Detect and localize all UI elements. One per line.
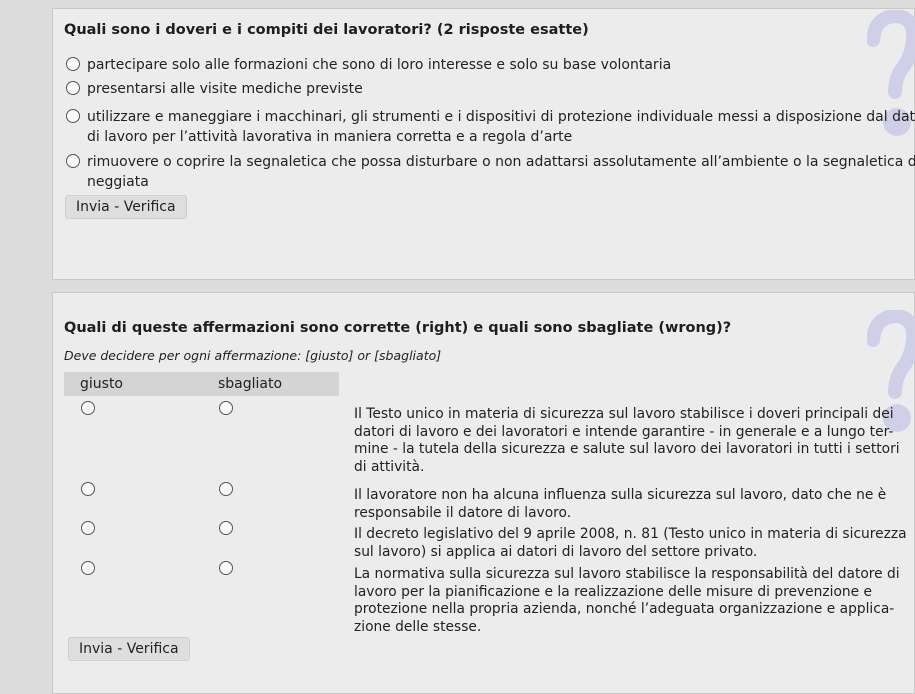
statement-1-line-3: mine - la tutela della sicurezza e salut… <box>354 441 900 457</box>
option-1-label: partecipare solo alle formazioni che son… <box>87 57 672 73</box>
option-3-radio[interactable] <box>66 109 80 123</box>
statement-2-line-2: responsabile il datore di lavoro. <box>354 504 572 521</box>
statement-2-wrong-radio[interactable] <box>219 482 233 496</box>
submit-button-1[interactable]: Invia - Verifica <box>65 195 187 219</box>
option-4-radio[interactable] <box>66 154 80 168</box>
statement-3-line-2: sul lavoro) si applica ai datori di lavo… <box>354 543 758 560</box>
statement-1: Il Testo unico in materia di sicurezza s… <box>354 406 900 476</box>
statement-1-line-1: Il Testo unico in materia di sicurezza s… <box>354 406 894 422</box>
statement-4-line-2: lavoro per la pianificazione e la realiz… <box>354 583 873 600</box>
question-1-title: Quali sono i doveri e i compiti dei lavo… <box>64 22 589 38</box>
option-2-label: presentarsi alle visite mediche previste <box>87 81 363 97</box>
option-1-radio[interactable] <box>66 57 80 71</box>
statement-4-right-radio[interactable] <box>81 561 95 575</box>
option-4-label-line-2: neggiata <box>87 174 149 190</box>
statement-2-line-1: Il lavoratore non ha alcuna influenza su… <box>354 487 887 503</box>
statement-4-line-4: zione delle stesse. <box>354 618 482 635</box>
option-4-label-line-1: rimuovere o coprire la segnaletica che p… <box>87 154 915 170</box>
statement-4-line-3: protezione nella propria azienda, nonché… <box>354 601 895 617</box>
statement-1-right-radio[interactable] <box>81 401 95 415</box>
column-header-wrong: sbagliato <box>218 376 283 392</box>
option-2-radio[interactable] <box>66 81 80 95</box>
question-2-instruction: Deve decidere per ogni affermazione: [gi… <box>64 348 442 363</box>
option-3-label-line-1: utilizzare e maneggiare i macchinari, gl… <box>87 109 915 125</box>
option-3-label-line-2: di lavoro per l’attività lavorativa in m… <box>87 129 573 145</box>
statement-1-line-4: di attività. <box>354 458 425 475</box>
statement-1-wrong-radio[interactable] <box>219 401 233 415</box>
statement-4-line-1: La normativa sulla sicurezza sul lavoro … <box>354 566 900 582</box>
statement-4-wrong-radio[interactable] <box>219 561 233 575</box>
statement-3-right-radio[interactable] <box>81 521 95 535</box>
submit-button-2[interactable]: Invia - Verifica <box>68 637 190 661</box>
statement-4: La normativa sulla sicurezza sul lavoro … <box>354 566 900 636</box>
statement-2: Il lavoratore non ha alcuna influenza su… <box>354 487 887 522</box>
question-2-title: Quali di queste affermazioni sono corret… <box>64 320 732 336</box>
statement-3-line-1: Il decreto legislativo del 9 aprile 2008… <box>354 526 907 542</box>
column-header-right: giusto <box>80 376 123 392</box>
statement-3: Il decreto legislativo del 9 aprile 2008… <box>354 526 907 561</box>
statement-1-line-2: datori di lavoro e dei lavoratori e inte… <box>354 423 894 440</box>
statement-3-wrong-radio[interactable] <box>219 521 233 535</box>
statement-2-right-radio[interactable] <box>81 482 95 496</box>
